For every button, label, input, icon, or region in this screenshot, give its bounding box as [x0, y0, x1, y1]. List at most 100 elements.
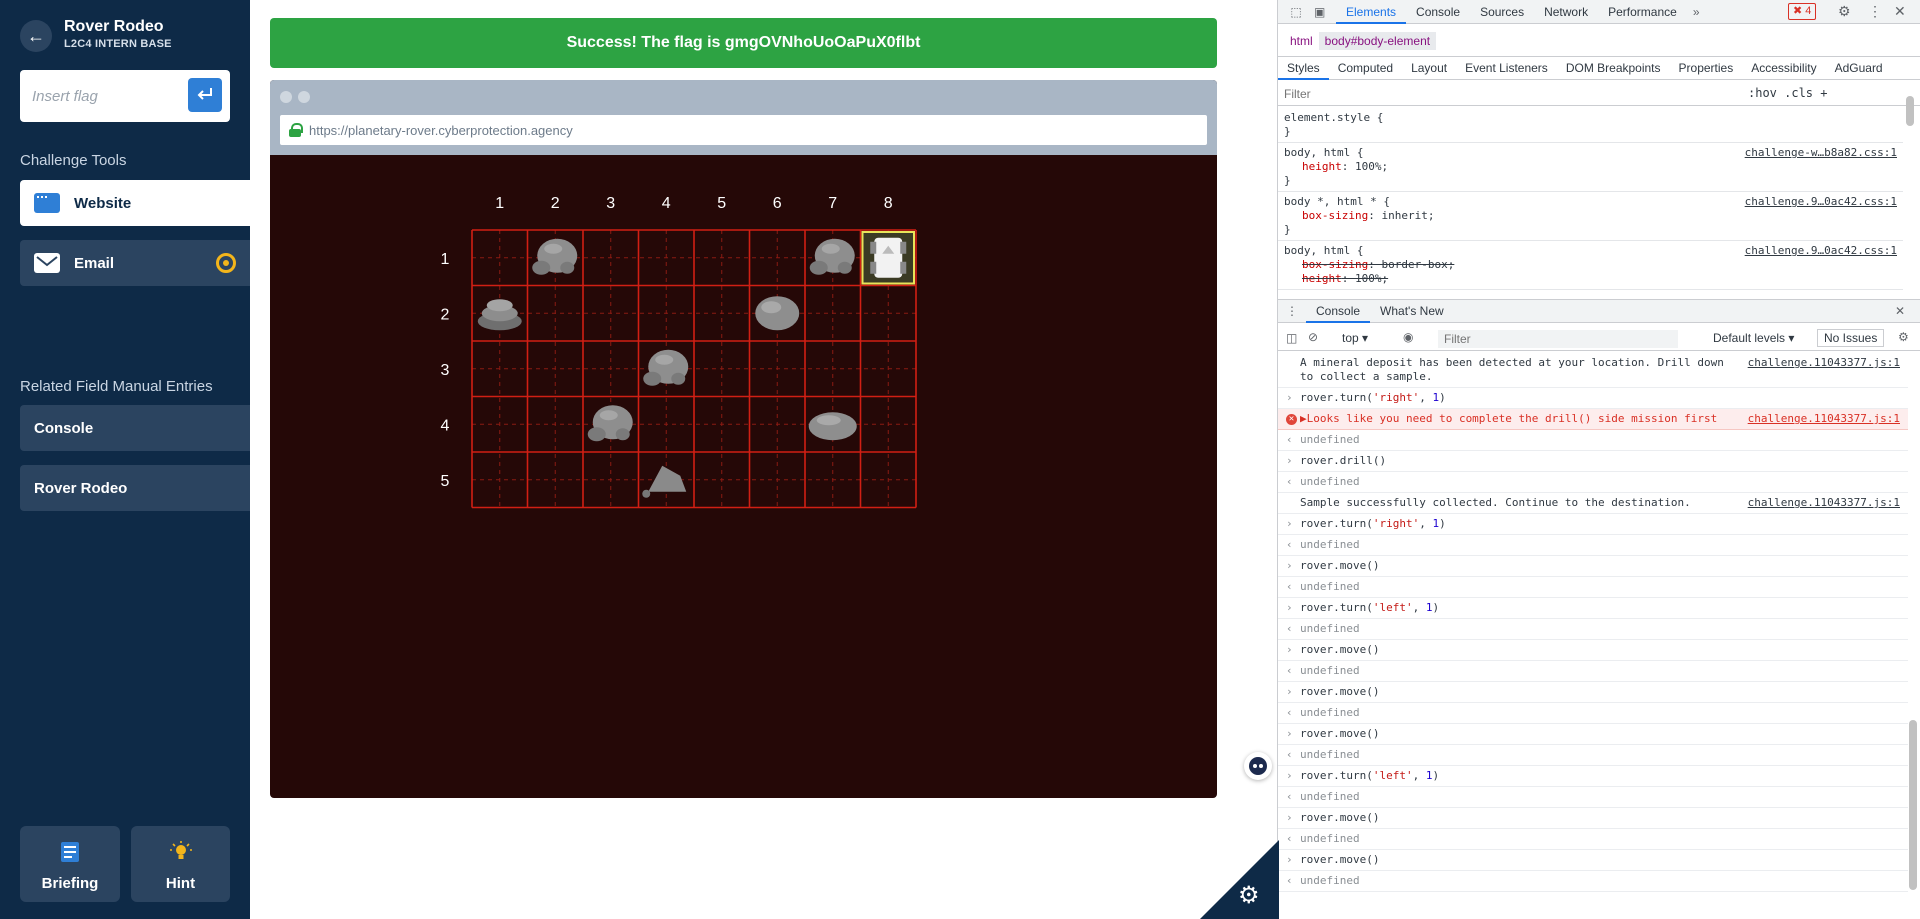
column-label: 2: [551, 195, 560, 212]
console-toolbar: ◫ ⊘ top ▾ ◉ Default levels ▾ No Issues ⚙: [1278, 327, 1920, 351]
hint-button[interactable]: Hint: [131, 826, 230, 902]
error-count-badge[interactable]: ✖ 4: [1788, 3, 1817, 20]
more-tabs-icon[interactable]: »: [1687, 5, 1706, 19]
column-label: 7: [828, 195, 837, 212]
log-levels-select[interactable]: Default levels ▾: [1713, 331, 1794, 345]
console-scrollbar[interactable]: [1909, 720, 1917, 890]
style-filter-tools[interactable]: :hov .cls +: [1748, 86, 1827, 100]
devtools-tabbar: ⬚ ▣ Elements Console Sources Network Per…: [1278, 0, 1920, 24]
column-label: 8: [884, 195, 893, 212]
flag-input[interactable]: [32, 84, 172, 108]
briefing-button[interactable]: Briefing: [20, 826, 120, 902]
style-rule[interactable]: body, html {challenge-w…b8a82.css:1 heigh…: [1278, 143, 1903, 192]
challenge-tools-heading: Challenge Tools: [20, 152, 127, 169]
device-toolbar-icon[interactable]: ▣: [1314, 5, 1336, 19]
input-chevron-icon: ›: [1286, 853, 1293, 866]
input-chevron-icon: ›: [1286, 517, 1293, 530]
tab-elements[interactable]: Elements: [1336, 0, 1407, 24]
log-levels-value: Default levels: [1713, 331, 1786, 345]
result-arrow-icon: ‹: [1286, 622, 1293, 635]
entry-rover-rodeo[interactable]: Rover Rodeo: [20, 465, 250, 511]
rule-selector: element.style {: [1284, 111, 1384, 124]
settings-gear-icon[interactable]: ⚙: [1238, 884, 1260, 908]
rover-wheel: [870, 261, 877, 274]
input-chevron-icon: ›: [1286, 391, 1293, 404]
drawer-tab-whats-new[interactable]: What's New: [1370, 299, 1454, 323]
tab-network[interactable]: Network: [1534, 0, 1598, 24]
console-settings-icon[interactable]: ⚙: [1898, 330, 1909, 344]
subtab-accessibility[interactable]: Accessibility: [1742, 56, 1825, 80]
drawer-menu-icon[interactable]: ⋮: [1278, 304, 1306, 318]
settings-gear-icon[interactable]: ⚙: [1838, 3, 1851, 20]
address-bar[interactable]: https://planetary-rover.cyberprotection.…: [280, 115, 1207, 145]
breadcrumb-body[interactable]: body#body-element: [1318, 32, 1437, 50]
context-select[interactable]: top ▾: [1342, 331, 1368, 345]
entry-console[interactable]: Console: [20, 405, 250, 451]
console-result: ‹ undefined: [1278, 619, 1908, 640]
close-devtools-icon[interactable]: ✕: [1894, 3, 1906, 20]
tab-performance[interactable]: Performance: [1598, 0, 1687, 24]
style-rule[interactable]: element.style {}: [1278, 108, 1903, 143]
tool-website[interactable]: Website: [20, 180, 250, 226]
context-value: top: [1342, 331, 1359, 345]
chat-bubble-button[interactable]: [1244, 752, 1272, 780]
rock-icon: [544, 243, 563, 254]
subtab-adguard[interactable]: AdGuard: [1826, 56, 1892, 80]
console-input: › rover.move(): [1278, 724, 1908, 745]
rule-property[interactable]: height: 100%;: [1284, 272, 1897, 286]
console-prompt[interactable]: ›: [1278, 892, 1908, 893]
rule-close: }: [1284, 125, 1291, 138]
rule-property[interactable]: height: 100%;: [1284, 160, 1897, 174]
kebab-menu-icon[interactable]: ⋮: [1868, 3, 1882, 20]
subtab-properties[interactable]: Properties: [1670, 56, 1743, 80]
subtab-layout[interactable]: Layout: [1402, 56, 1456, 80]
back-arrow-icon[interactable]: ←: [20, 20, 52, 52]
tab-sources[interactable]: Sources: [1470, 0, 1534, 24]
property-name: box-sizing: [1302, 209, 1369, 222]
console-text: rover.turn('right', 1): [1300, 391, 1446, 404]
console-error: ✕ ▶Looks like you need to complete the dr…: [1278, 409, 1908, 430]
subtab-dom-breakpoints[interactable]: DOM Breakpoints: [1557, 56, 1670, 80]
rule-source-link[interactable]: challenge.9…0ac42.css:1: [1745, 195, 1897, 209]
rover-icon: [874, 237, 903, 278]
row-label: 5: [441, 473, 450, 490]
rock-icon: [486, 299, 513, 312]
rock-icon: [761, 301, 782, 314]
style-rule[interactable]: body, html {challenge.9…0ac42.css:1 box-s…: [1278, 241, 1903, 290]
breadcrumb-html[interactable]: html: [1284, 32, 1319, 50]
eye-icon[interactable]: ◉: [1403, 330, 1413, 344]
result-arrow-icon: ‹: [1286, 706, 1293, 719]
source-link[interactable]: challenge.11043377.js:1: [1748, 496, 1900, 510]
submit-flag-button[interactable]: [188, 78, 222, 112]
styles-filter-input[interactable]: [1284, 85, 1744, 103]
console-messages: A mineral deposit has been detected at y…: [1278, 353, 1908, 893]
rule-property[interactable]: box-sizing: inherit;: [1284, 209, 1897, 223]
rule-property[interactable]: box-sizing: border-box;: [1284, 258, 1897, 272]
tab-console[interactable]: Console: [1406, 0, 1470, 24]
tool-email[interactable]: Email: [20, 240, 250, 286]
rule-source-link[interactable]: challenge-w…b8a82.css:1: [1745, 146, 1897, 160]
subtab-event-listeners[interactable]: Event Listeners: [1456, 56, 1557, 80]
styles-scrollbar[interactable]: [1906, 96, 1914, 126]
console-text: undefined: [1300, 832, 1360, 845]
browser-window: https://planetary-rover.cyberprotection.…: [270, 80, 1217, 798]
property-value: : border-box;: [1368, 258, 1455, 271]
source-link[interactable]: challenge.11043377.js:1: [1748, 412, 1900, 426]
rule-close: }: [1284, 223, 1291, 236]
issues-button[interactable]: No Issues: [1817, 329, 1885, 347]
close-drawer-icon[interactable]: ✕: [1895, 304, 1905, 318]
rover-wheel: [900, 261, 907, 274]
clear-console-icon[interactable]: ⊘: [1308, 330, 1318, 344]
drawer-tab-console[interactable]: Console: [1306, 299, 1371, 323]
console-filter-input[interactable]: [1438, 330, 1678, 348]
sidebar-toggle-icon[interactable]: ◫: [1286, 331, 1297, 345]
field-manual-heading: Related Field Manual Entries: [20, 378, 213, 395]
rock-icon: [648, 465, 687, 492]
source-link[interactable]: challenge.11043377.js:1: [1748, 356, 1900, 370]
inspect-element-icon[interactable]: ⬚: [1278, 5, 1314, 19]
style-rule[interactable]: body *, html * {challenge.9…0ac42.css:1 b…: [1278, 192, 1903, 241]
row-label: 1: [441, 251, 450, 268]
rule-source-link[interactable]: challenge.9…0ac42.css:1: [1745, 244, 1897, 258]
subtab-styles[interactable]: Styles: [1278, 56, 1329, 80]
subtab-computed[interactable]: Computed: [1329, 56, 1402, 80]
